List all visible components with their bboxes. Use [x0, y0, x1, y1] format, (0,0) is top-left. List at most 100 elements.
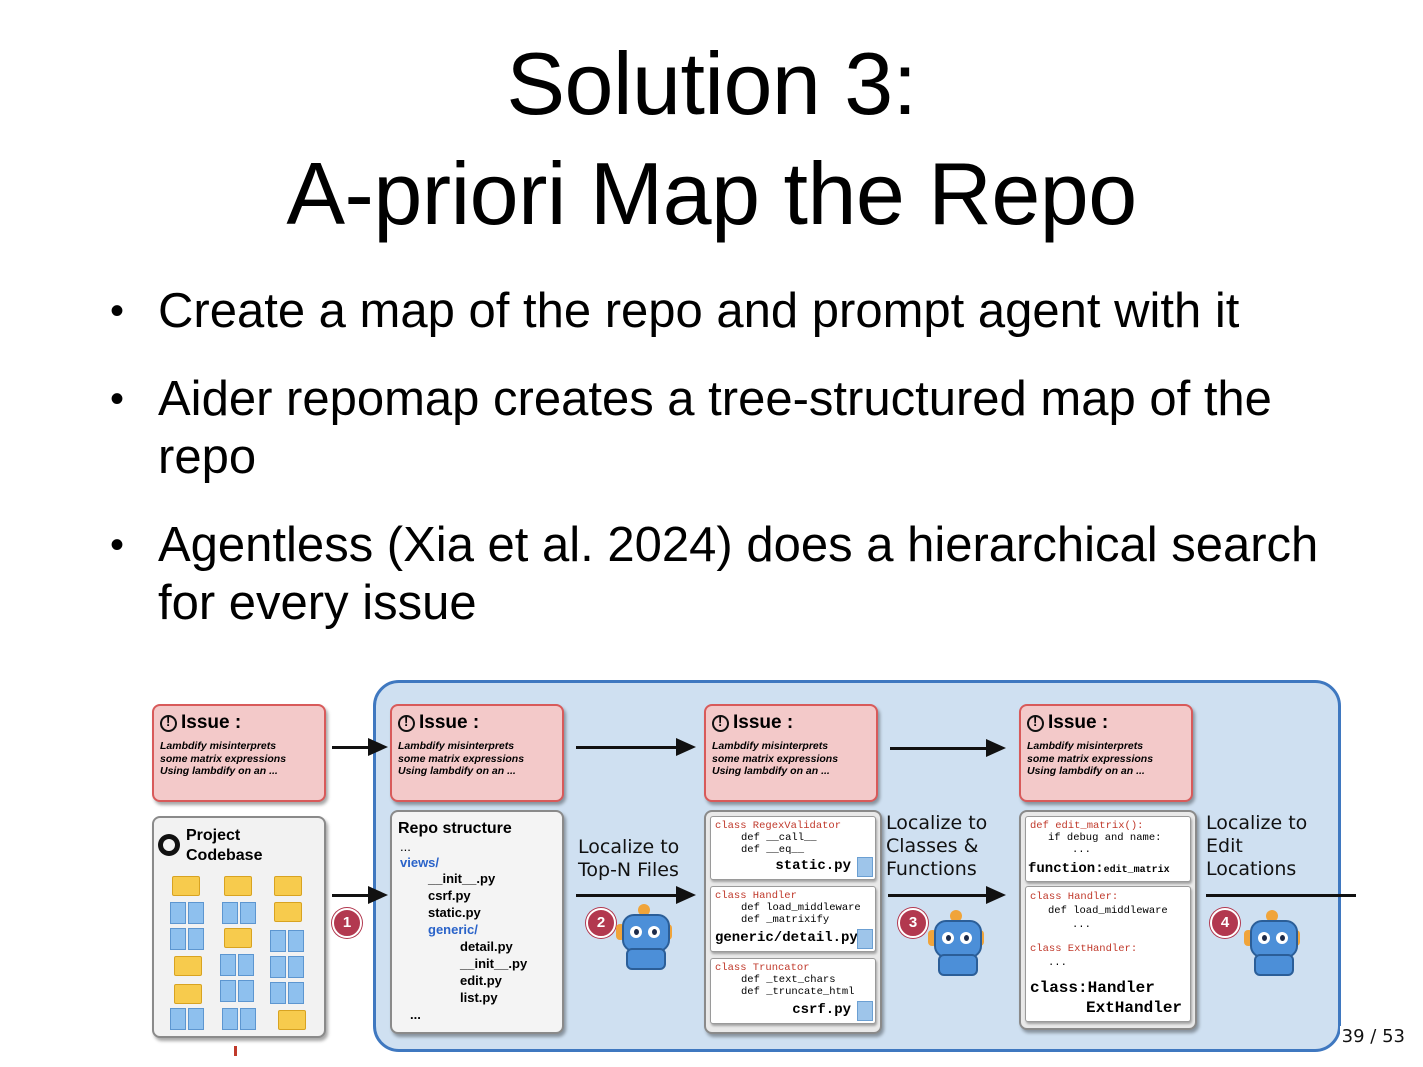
- folder-icon: [174, 956, 202, 976]
- issue-heading: Issue :: [712, 712, 793, 734]
- robot-body: [626, 948, 666, 970]
- cls-name: Handler: [1087, 979, 1155, 997]
- arrow: [576, 746, 680, 749]
- folder-icon: [224, 876, 252, 896]
- stage-label-files: Localize to Top-N Files: [578, 836, 680, 881]
- bullet-dot-icon: •: [110, 377, 125, 421]
- files-stage-card: class RegexValidator def __call__ def __…: [704, 810, 882, 1034]
- robot-agent-icon: [614, 904, 674, 970]
- page-number: 39 / 53: [1339, 1026, 1407, 1047]
- issue-card: Issue : Lambdify misinterpretssome matri…: [704, 704, 878, 802]
- issue-heading-text: Issue :: [1048, 712, 1109, 733]
- file-icon: [188, 1008, 204, 1030]
- file-icon: [270, 956, 286, 978]
- code-line: class ExtHandler:: [1030, 943, 1138, 955]
- code-line: def edit_matrix():: [1030, 820, 1143, 832]
- robot-head: [934, 920, 982, 958]
- robot-eye: [1276, 932, 1288, 944]
- file-icon: [857, 929, 873, 949]
- file-icon: [857, 1001, 873, 1021]
- bullet-text: Aider repomap creates a tree-structured …: [158, 372, 1272, 484]
- red-tick-mark: [234, 1046, 237, 1056]
- robot-eye: [960, 932, 972, 944]
- cls-name: ExtHandler: [1086, 999, 1183, 1017]
- repo-tree-line: generic/: [428, 922, 478, 937]
- arrow-head-icon: [676, 738, 696, 756]
- issue-heading: Issue :: [160, 712, 241, 734]
- issue-line: Using lambdify on an ...: [712, 765, 830, 777]
- step-badge: 2: [586, 908, 616, 938]
- class-names: class:Handler: [1030, 979, 1155, 997]
- issue-body: Lambdify misinterprets some matrix expres…: [1027, 740, 1153, 778]
- robot-eye: [648, 926, 660, 938]
- repo-tree-line: views/: [400, 855, 440, 870]
- code-line: class Truncator: [715, 962, 810, 974]
- agentless-pipeline-figure: Issue : Lambdify misinterpretssome matri…: [148, 676, 1358, 1056]
- code-snippet: class Handler: def load_middleware ... c…: [1025, 886, 1191, 1022]
- code-snippet: class Truncator def _text_chars def _tru…: [710, 958, 876, 1024]
- code-line: def _text_chars: [741, 974, 836, 986]
- repo-tree-line: ...: [410, 1007, 421, 1022]
- repo-structure-card: Repo structure ... views/ __init__.py cs…: [390, 810, 564, 1034]
- code-snippet: class RegexValidator def __call__ def __…: [710, 816, 876, 880]
- file-name: csrf.py: [792, 1002, 851, 1018]
- file-icon: [222, 902, 238, 924]
- file-icon: [220, 980, 236, 1002]
- code-line: def _matrixify: [741, 914, 830, 926]
- project-label-line: Project: [186, 827, 241, 844]
- issue-card: Issue : Lambdify misinterpretssome matri…: [1019, 704, 1193, 802]
- fn-prefix: function:: [1028, 861, 1104, 877]
- issue-heading-text: Issue :: [181, 712, 242, 733]
- issue-heading-text: Issue :: [419, 712, 480, 733]
- folder-icon: [174, 984, 202, 1004]
- file-icon: [288, 930, 304, 952]
- issue-body: Lambdify misinterprets some matrix expres…: [160, 740, 286, 778]
- bullet-dot-icon: •: [110, 289, 125, 333]
- issue-icon: [712, 714, 729, 732]
- code-line: def __eq__: [741, 844, 805, 856]
- file-icon: [170, 902, 186, 924]
- bullet-dot-icon: •: [110, 523, 125, 567]
- file-icon: [270, 982, 286, 1004]
- code-line: class Handler: [715, 890, 797, 902]
- code-line: ...: [1048, 957, 1067, 969]
- github-icon: [158, 834, 180, 856]
- bullet-text: Create a map of the repo and prompt agen…: [158, 284, 1240, 338]
- folder-icon: [224, 928, 252, 948]
- arrow-head-icon: [368, 886, 388, 904]
- bullet-list: • Create a map of the repo and prompt age…: [108, 282, 1338, 662]
- issue-heading-text: Issue :: [733, 712, 794, 733]
- file-icon: [238, 980, 254, 1002]
- issue-line: Using lambdify on an ...: [160, 765, 278, 777]
- step-badge: 1: [332, 908, 362, 938]
- file-icon: [188, 928, 204, 950]
- arrow-head-icon: [368, 738, 388, 756]
- issue-line: some matrix expressions: [712, 752, 839, 765]
- code-line: ...: [1072, 919, 1091, 931]
- robot-body: [1254, 954, 1294, 976]
- arrow-head-icon: [986, 886, 1006, 904]
- repo-structure-heading: Repo structure: [398, 820, 512, 837]
- file-icon: [170, 928, 186, 950]
- issue-line: Lambdify misinterprets: [160, 740, 277, 752]
- repo-tree-line: list.py: [460, 990, 498, 1005]
- code-snippet: class Handler def load_middleware def _m…: [710, 886, 876, 952]
- repo-tree-line: edit.py: [460, 973, 502, 988]
- code-line: class RegexValidator: [715, 820, 842, 832]
- issue-heading: Issue :: [1027, 712, 1108, 734]
- code-snippet: def edit_matrix(): if debug and name: ..…: [1025, 816, 1191, 882]
- function-name: function:edit_matrix: [1028, 861, 1170, 877]
- issue-line: Lambdify misinterprets: [712, 740, 829, 752]
- stage-label-edits: Localize to Edit Locations: [1206, 812, 1308, 880]
- file-icon: [188, 902, 204, 924]
- repo-tree-line: csrf.py: [428, 888, 471, 903]
- issue-body: Lambdify misinterprets some matrix expres…: [712, 740, 838, 778]
- code-line: def __call__: [741, 832, 817, 844]
- bullet-item: • Agentless (Xia et al. 2024) does a hier…: [108, 516, 1338, 632]
- issue-card: Issue : Lambdify misinterpretssome matri…: [152, 704, 326, 802]
- robot-body: [938, 954, 978, 976]
- issue-line: Using lambdify on an ...: [398, 765, 516, 777]
- file-icon: [288, 956, 304, 978]
- arrow: [576, 894, 680, 897]
- slide-title-line-2: A-priori Map the Repo: [286, 144, 1137, 243]
